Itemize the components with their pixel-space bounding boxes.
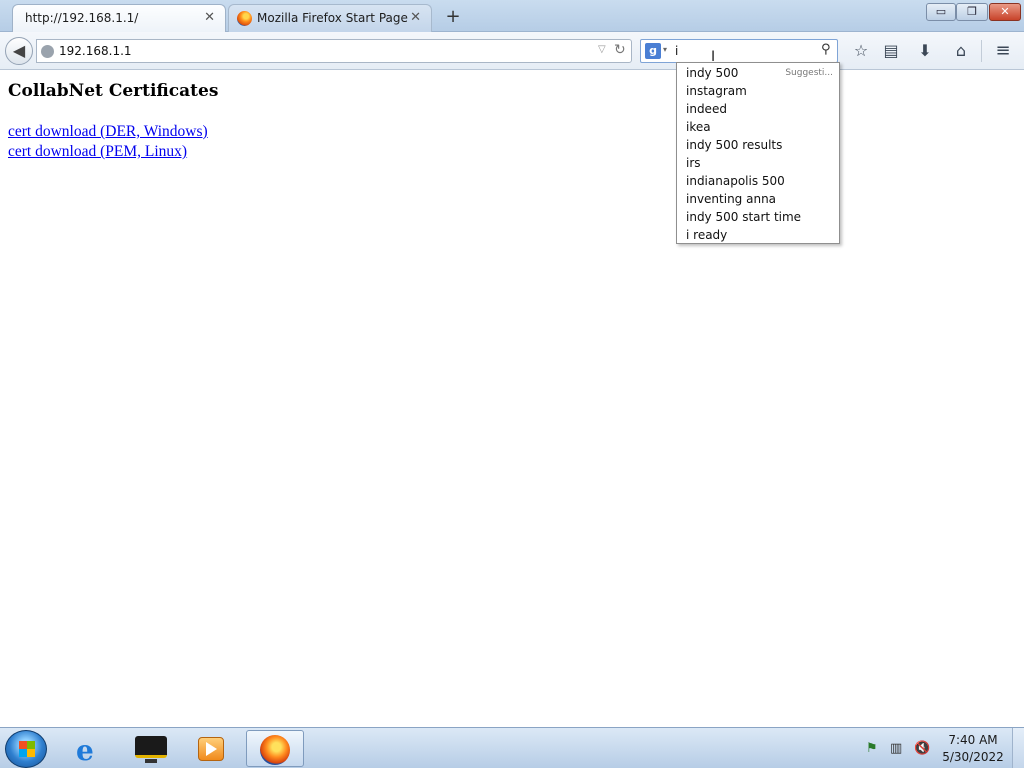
suggestions-hint: Suggesti... (785, 68, 833, 78)
suggestion-item[interactable]: inventing anna (686, 192, 776, 206)
monitor-icon (135, 736, 167, 758)
tab-strip: http://192.168.1.1/ ✕ Mozilla Firefox St… (0, 0, 1024, 32)
bookmarks-list-icon[interactable]: ▤ (880, 40, 902, 62)
firefox-favicon-icon (237, 11, 252, 26)
taskbar-firefox[interactable] (246, 730, 304, 767)
suggestion-item[interactable]: indy 500 results (686, 138, 782, 152)
search-go-icon[interactable]: ⚲ (821, 42, 831, 57)
tab-close-icon[interactable]: ✕ (410, 10, 421, 25)
page-title: CollabNet Certificates (8, 81, 219, 101)
clock-time[interactable]: 7:40 AM (938, 733, 1008, 747)
tab-title: Mozilla Firefox Start Page (257, 11, 408, 25)
engine-dropdown-icon[interactable]: ▾ (663, 45, 667, 54)
taskbar-internet-explorer[interactable]: e (62, 730, 118, 767)
search-bar[interactable]: g ▾ ⚲ (640, 39, 838, 63)
navigation-toolbar: ◀ 192.168.1.1 ▽ ↻ g ▾ ⚲ ☆ ▤ ⬇ ⌂ ≡ (0, 32, 1024, 70)
suggestion-item[interactable]: i ready (686, 228, 727, 242)
search-input[interactable] (675, 43, 815, 59)
windows-logo-icon (19, 749, 35, 757)
home-icon[interactable]: ⌂ (950, 40, 972, 62)
google-engine-icon[interactable]: g (645, 43, 661, 59)
menu-icon[interactable]: ≡ (992, 40, 1014, 62)
volume-muted-icon[interactable]: 🔇 (914, 741, 930, 756)
close-window-button[interactable]: ✕ (989, 3, 1021, 21)
start-button[interactable] (5, 730, 47, 768)
suggestion-item[interactable]: indy 500 (686, 66, 738, 80)
monitor-stand-icon (145, 759, 157, 763)
new-tab-button[interactable]: + (444, 6, 462, 27)
show-desktop-button[interactable] (1012, 728, 1024, 768)
play-icon (206, 742, 217, 756)
suggestion-item[interactable]: indeed (686, 102, 727, 116)
internet-explorer-icon: e (76, 734, 94, 767)
suggestion-item[interactable]: instagram (686, 84, 747, 98)
reload-icon[interactable]: ↻ (614, 42, 626, 58)
suggestion-item[interactable]: indy 500 start time (686, 210, 801, 224)
url-bar[interactable]: 192.168.1.1 ▽ ↻ (36, 39, 632, 63)
suggestion-item[interactable]: irs (686, 156, 701, 170)
tab-close-icon[interactable]: ✕ (204, 10, 215, 25)
clock-date[interactable]: 5/30/2022 (938, 750, 1008, 764)
back-button[interactable]: ◀ (5, 37, 33, 65)
bookmark-star-icon[interactable]: ☆ (850, 40, 872, 62)
url-text[interactable]: 192.168.1.1 (59, 44, 132, 58)
globe-icon (41, 45, 54, 58)
downloads-icon[interactable]: ⬇ (914, 40, 936, 62)
taskbar-monitor-app[interactable] (123, 730, 179, 767)
page-content: CollabNet Certificates cert download (DE… (0, 71, 1024, 727)
tab-firefox-start-page[interactable]: Mozilla Firefox Start Page ✕ (228, 4, 432, 32)
toolbar-separator (981, 40, 982, 62)
firefox-icon (260, 735, 290, 765)
taskbar-media-player[interactable] (184, 730, 240, 767)
text-cursor-icon: I (711, 49, 716, 65)
maximize-button[interactable]: ❐ (956, 3, 988, 21)
network-icon[interactable]: ▥ (890, 741, 902, 756)
tab-title: http://192.168.1.1/ (25, 11, 139, 25)
url-history-dropdown-icon[interactable]: ▽ (598, 44, 606, 55)
cert-download-pem-link[interactable]: cert download (PEM, Linux) (8, 143, 187, 161)
tab-current[interactable]: http://192.168.1.1/ ✕ (12, 4, 226, 32)
suggestion-item[interactable]: indianapolis 500 (686, 174, 785, 188)
action-center-flag-icon[interactable]: ⚑ (866, 741, 878, 756)
suggestion-item[interactable]: ikea (686, 120, 711, 134)
cert-download-der-link[interactable]: cert download (DER, Windows) (8, 123, 208, 141)
search-suggestions-popup: Suggesti... indy 500 instagram indeed ik… (676, 62, 840, 244)
minimize-button[interactable]: ▭ (926, 3, 956, 21)
